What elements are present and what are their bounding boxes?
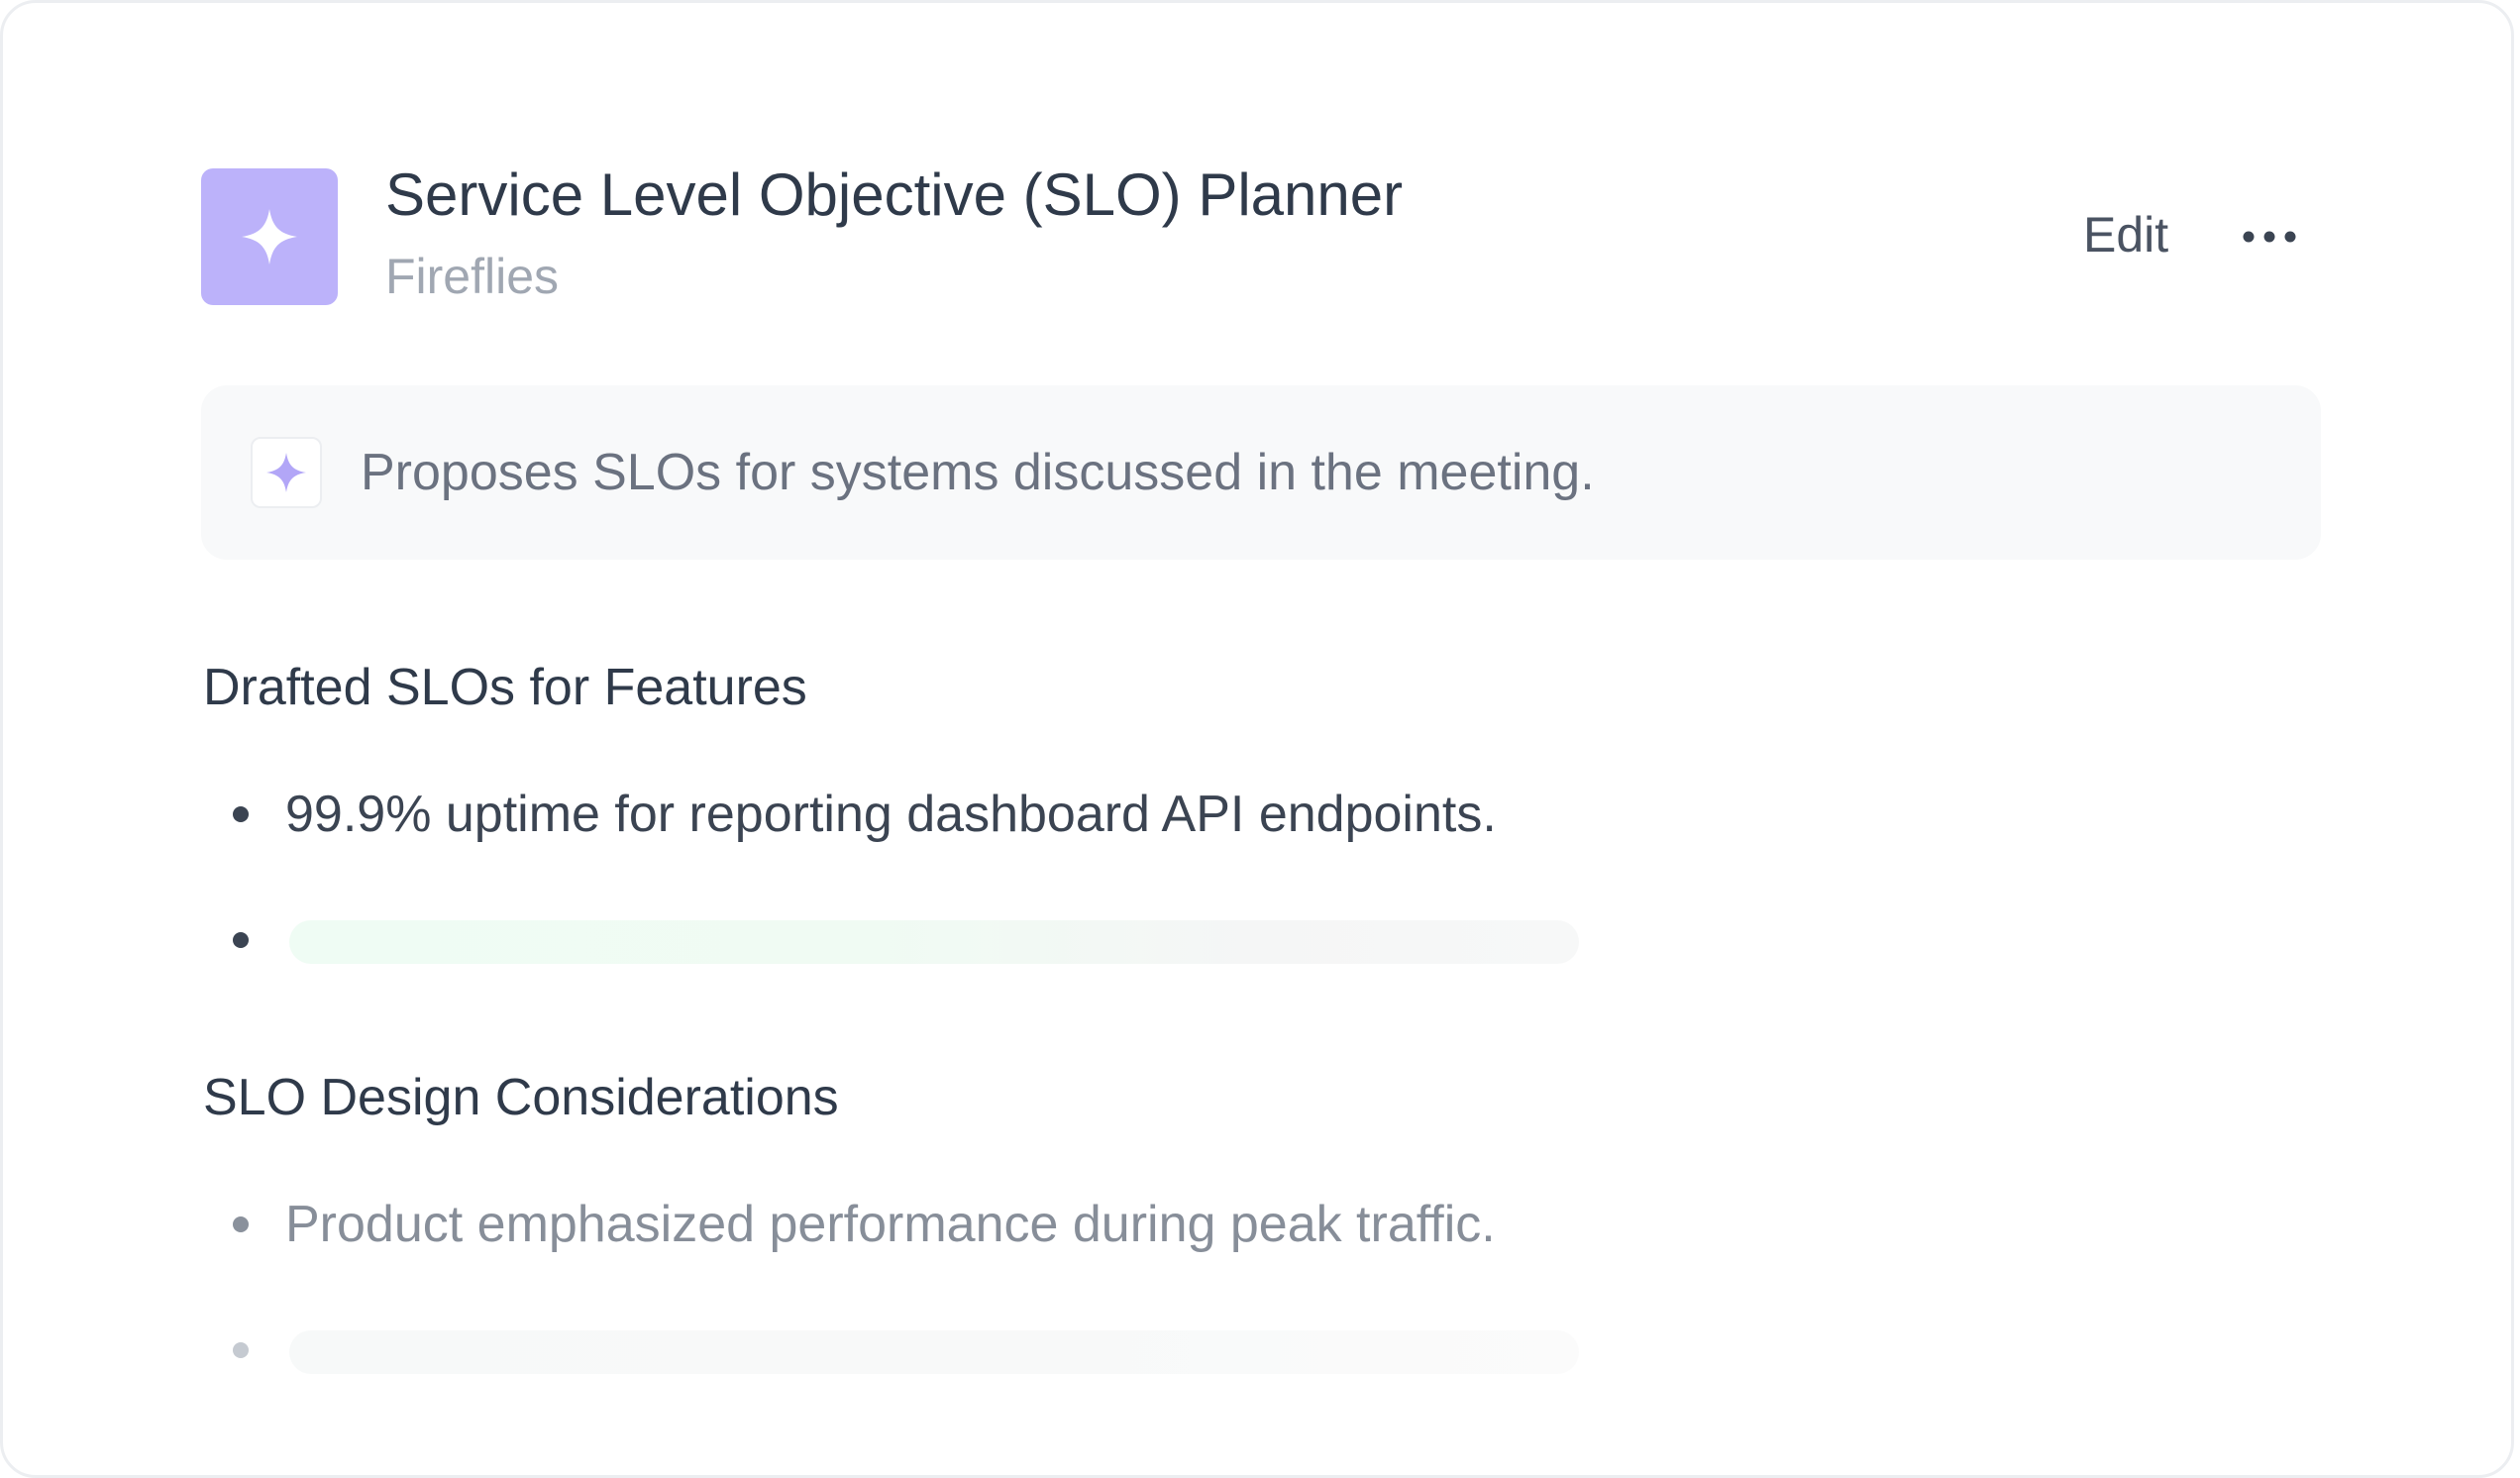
more-options-button[interactable] (2238, 211, 2301, 263)
app-subtitle: Fireflies (385, 249, 560, 304)
app-icon (201, 168, 338, 305)
loading-skeleton (289, 920, 1579, 964)
page-title: Service Level Objective (SLO) Planner (385, 161, 1404, 228)
description-box: Proposes SLOs for systems discussed in t… (201, 385, 2321, 560)
list-item: Product emphasized performance during pe… (285, 1196, 1496, 1253)
section-title: SLO Design Considerations (203, 1069, 839, 1126)
list-item: 99.9% uptime for reporting dashboard API… (285, 786, 1497, 843)
loading-skeleton (289, 1330, 1579, 1374)
more-horizontal-icon (2243, 231, 2296, 243)
list-bullet (233, 806, 249, 822)
list-bullet (233, 1216, 249, 1232)
sparkle-icon (266, 453, 306, 492)
slo-planner-card: Service Level Objective (SLO) Planner Fi… (0, 0, 2514, 1478)
description-icon-badge (251, 437, 322, 508)
list-bullet (233, 1342, 249, 1358)
section-title: Drafted SLOs for Features (203, 659, 807, 716)
description-text: Proposes SLOs for systems discussed in t… (361, 444, 1595, 501)
edit-button[interactable]: Edit (2083, 203, 2168, 266)
list-bullet (233, 932, 249, 948)
sparkle-icon (242, 209, 297, 264)
